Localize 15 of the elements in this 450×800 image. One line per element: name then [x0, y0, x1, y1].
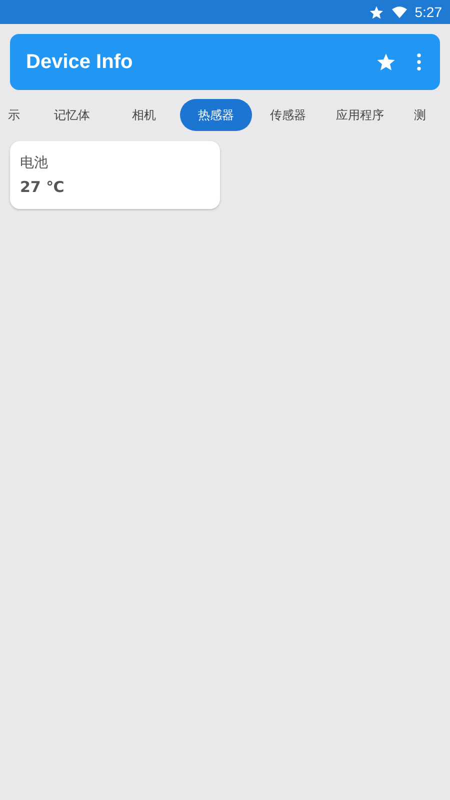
star-icon [368, 4, 384, 20]
tab[interactable]: 热感器 [180, 99, 252, 131]
star-icon[interactable] [376, 52, 396, 72]
tab[interactable]: 示 [0, 99, 36, 131]
tab[interactable]: 传感器 [252, 99, 324, 131]
tab[interactable]: 测 [396, 99, 436, 131]
clock: 5:27 [414, 4, 442, 20]
wifi-icon [392, 4, 407, 20]
card-label: 电池 [20, 154, 48, 172]
tab[interactable]: 记忆体 [36, 99, 108, 131]
more-icon[interactable] [416, 52, 422, 72]
app-title: Device Info [26, 50, 134, 74]
tab[interactable]: 应用程序 [324, 99, 396, 131]
tab[interactable]: 相机 [108, 99, 180, 131]
card-value: 27 ℃ [20, 178, 64, 196]
